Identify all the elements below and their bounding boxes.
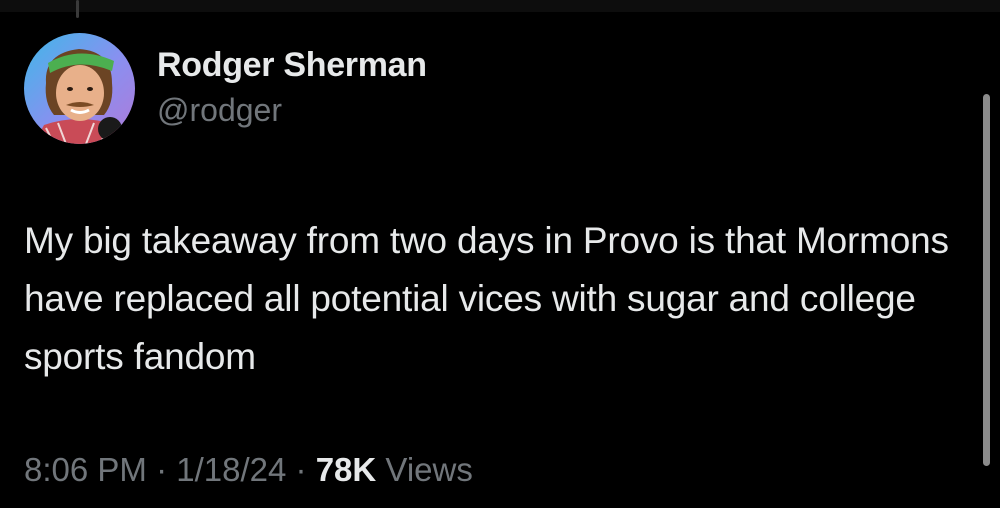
meta-separator: · [156, 451, 168, 488]
tweet-time[interactable]: 8:06 PM [24, 451, 147, 488]
tweet-date[interactable]: 1/18/24 [176, 451, 286, 488]
meta-separator: · [295, 451, 307, 488]
author-handle[interactable]: @rodger [157, 91, 427, 129]
views-label: Views [385, 451, 473, 488]
avatar-image [24, 33, 135, 144]
top-bar [0, 0, 1000, 18]
tweet-meta: 8:06 PM · 1/18/24 · 78K Views [24, 450, 473, 490]
avatar[interactable] [24, 33, 135, 144]
author-block: Rodger Sherman @rodger [157, 45, 427, 129]
top-bar-indicator [76, 0, 79, 18]
author-display-name[interactable]: Rodger Sherman [157, 45, 427, 85]
scrollbar[interactable] [983, 94, 990, 466]
views-count[interactable]: 78K [316, 451, 377, 488]
tweet-text: My big takeaway from two days in Provo i… [24, 220, 949, 377]
